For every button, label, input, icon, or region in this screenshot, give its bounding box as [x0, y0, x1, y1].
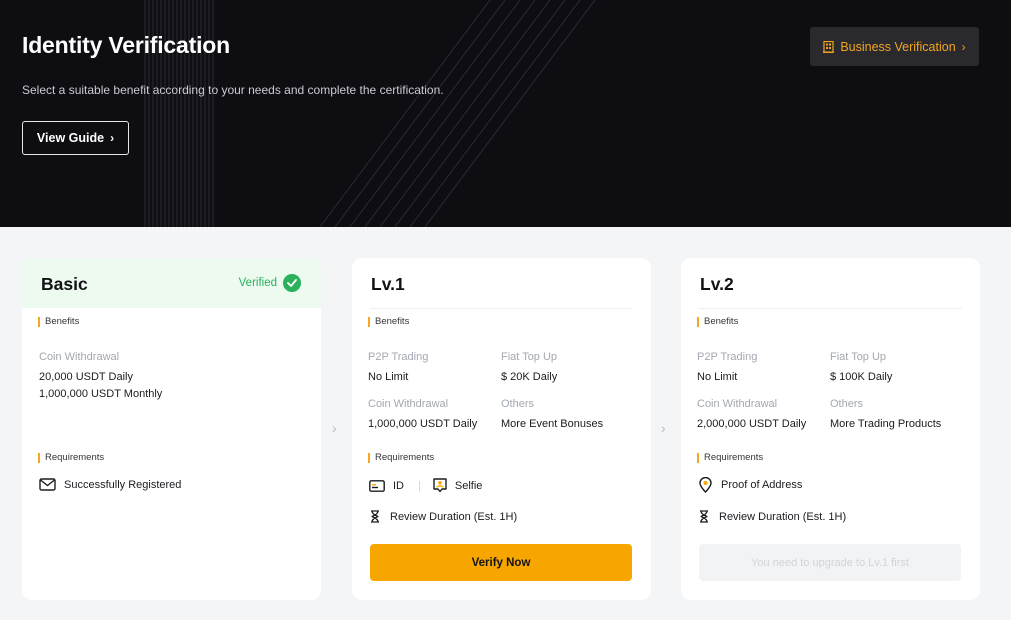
chevron-right-icon: › [332, 420, 337, 436]
requirement-registered: Successfully Registered [39, 478, 181, 491]
view-guide-button[interactable]: View Guide › [22, 121, 129, 155]
benefits-heading: Benefits [368, 317, 409, 327]
basic-card-header: Basic Verified [22, 258, 321, 308]
requirement-id-selfie: ID | Selfie [369, 478, 482, 493]
coin-withdrawal-value: 1,000,000 USDT Daily [368, 418, 478, 430]
requirement-label: Successfully Registered [64, 478, 182, 491]
upgrade-required-button: You need to upgrade to Lv.1 first [699, 544, 961, 581]
fiat-top-up-label: Fiat Top Up [501, 351, 558, 363]
fiat-top-up-value: $ 100K Daily [830, 371, 893, 383]
withdrawal-monthly-value: 1,000,000 USDT Monthly [39, 388, 163, 400]
p2p-trading-value: No Limit [368, 371, 409, 383]
verified-status: Verified [239, 274, 301, 292]
business-verification-button[interactable]: Business Verification › [810, 27, 979, 66]
business-verification-label: Business Verification [840, 39, 956, 54]
lv1-card-title: Lv.1 [371, 273, 405, 294]
requirement-address: Proof of Address [699, 477, 802, 493]
requirement-address-label: Proof of Address [721, 479, 803, 491]
id-card-icon [369, 479, 385, 492]
lv2-level-card: Lv.2 Benefits P2P Trading No Limit Fiat … [681, 258, 980, 600]
chevron-right-icon: › [110, 131, 115, 145]
verify-now-button[interactable]: Verify Now [370, 544, 632, 581]
divider [370, 308, 633, 309]
review-duration: Review Duration (Est. 1H) [699, 510, 846, 523]
coin-withdrawal-value: 2,000,000 USDT Daily [697, 418, 807, 430]
review-duration-label: Review Duration (Est. 1H) [719, 510, 847, 523]
coin-withdrawal-label: Coin Withdrawal [368, 398, 449, 410]
page-subtitle: Select a suitable benefit according to y… [22, 83, 444, 97]
lv2-card-title: Lv.2 [700, 273, 734, 294]
hourglass-icon [699, 510, 709, 523]
benefits-heading: Benefits [697, 317, 738, 327]
others-label: Others [830, 398, 864, 410]
requirements-heading: Requirements [368, 453, 434, 463]
separator: | [418, 479, 421, 492]
envelope-icon [39, 478, 56, 491]
requirements-heading: Requirements [38, 453, 104, 463]
benefits-heading: Benefits [38, 317, 79, 327]
requirement-id-label: ID [393, 479, 404, 492]
review-duration: Review Duration (Est. 1H) [370, 510, 517, 523]
chevron-right-icon: › [661, 420, 666, 436]
lv1-level-card: Lv.1 Benefits P2P Trading No Limit Fiat … [352, 258, 651, 600]
requirement-selfie-label: Selfie [454, 479, 483, 492]
others-value: More Event Bonuses [501, 418, 604, 430]
page-title: Identity Verification [22, 32, 230, 58]
selfie-icon [433, 478, 447, 493]
others-label: Others [501, 398, 535, 410]
coin-withdrawal-label: Coin Withdrawal [697, 398, 778, 410]
basic-level-card: Basic Verified Benefits Coin Withdrawal … [22, 258, 321, 600]
hero-banner: Identity Verification Select a suitable … [0, 0, 1011, 227]
location-pin-icon [699, 477, 712, 493]
others-value: More Trading Products [830, 418, 942, 430]
building-icon [823, 40, 835, 53]
requirements-heading: Requirements [697, 453, 763, 463]
lv1-card-header: Lv.1 [352, 258, 651, 308]
verified-label: Verified [238, 277, 277, 289]
fiat-top-up-value: $ 20K Daily [501, 371, 558, 383]
basic-card-title: Basic [41, 273, 88, 294]
withdrawal-daily-value: 20,000 USDT Daily [39, 371, 133, 383]
p2p-trading-label: P2P Trading [697, 351, 758, 363]
review-duration-label: Review Duration (Est. 1H) [390, 510, 518, 523]
hourglass-icon [370, 510, 380, 523]
view-guide-label: View Guide [36, 131, 105, 145]
coin-withdrawal-label: Coin Withdrawal [39, 351, 120, 363]
chevron-right-icon: › [961, 39, 966, 54]
divider [699, 308, 962, 309]
fiat-top-up-label: Fiat Top Up [830, 351, 887, 363]
lv2-card-header: Lv.2 [681, 258, 980, 308]
check-circle-icon [283, 274, 301, 292]
p2p-trading-label: P2P Trading [368, 351, 429, 363]
p2p-trading-value: No Limit [697, 371, 738, 383]
